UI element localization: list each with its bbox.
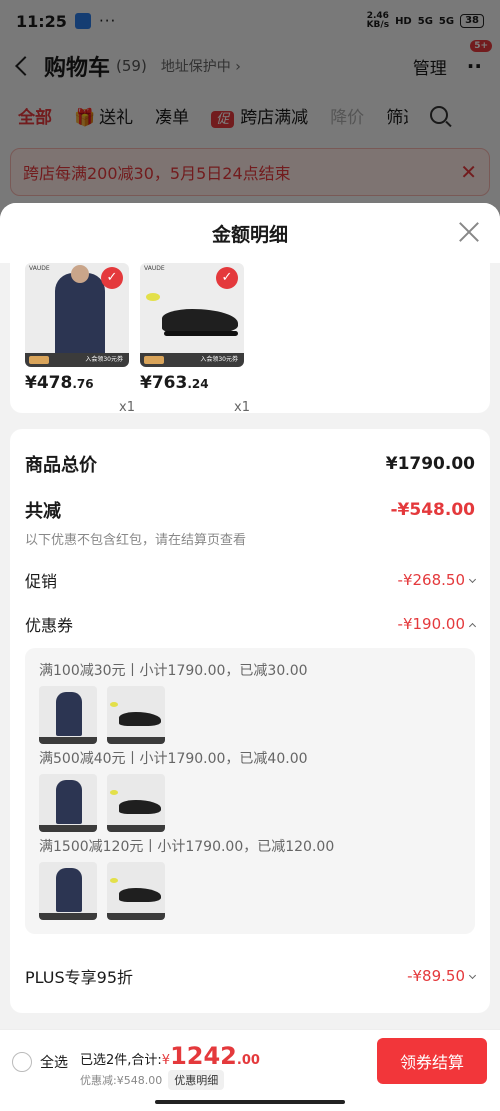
reduction-note: 以下优惠不包含红包，请在结算页查看: [25, 533, 247, 548]
product-thumbnail: [39, 862, 97, 920]
check-icon: ✓: [101, 267, 123, 289]
discount-summary: 优惠减:¥548.00 优惠明细: [80, 1070, 225, 1090]
plus-discount-value: -¥89.50: [407, 967, 465, 985]
product-price: ¥763.24: [140, 373, 209, 393]
product-thumbnail: [107, 686, 165, 744]
chevron-down-icon: [468, 971, 477, 980]
home-indicator: [155, 1100, 345, 1104]
coupon-tiers: 满100减30元丨小计1790.00，已减30.00 满500减40元丨小计17…: [25, 648, 475, 934]
promotion-value: -¥268.50: [397, 571, 465, 589]
chevron-up-icon: [468, 622, 477, 631]
product-item[interactable]: VAUDE ✓ 入会领30元券 ¥763.24 x1: [140, 263, 250, 415]
product-thumbnail: [39, 686, 97, 744]
brand-logo: VAUDE: [29, 265, 50, 272]
product-quantity: x1: [119, 400, 135, 415]
amount-detail-sheet: 金额明细 VAUDE ✓ 入会领30元券 ¥478.76 x1 VAUDE ✓ …: [0, 203, 500, 1111]
checkout-button[interactable]: 领券结算: [377, 1038, 487, 1084]
close-icon[interactable]: [458, 221, 480, 243]
coupon-tier-label: 满500减40元丨小计1790.00，已减40.00: [39, 751, 308, 767]
product-item[interactable]: VAUDE ✓ 入会领30元券 ¥478.76 x1: [25, 263, 135, 415]
chevron-down-icon: [468, 575, 477, 584]
goods-total-value: ¥1790.00: [385, 454, 475, 474]
product-image[interactable]: VAUDE ✓ 入会领30元券: [25, 263, 129, 367]
product-quantity: x1: [234, 400, 250, 415]
product-thumbnail: [107, 862, 165, 920]
check-icon: ✓: [216, 267, 238, 289]
member-coupon-strip: 入会领30元券: [25, 353, 129, 367]
price-breakdown: 商品总价 ¥1790.00 共减 -¥548.00 以下优惠不包含红包，请在结算…: [10, 429, 490, 1013]
select-all-toggle[interactable]: 全选: [12, 1052, 68, 1072]
coupon-tier-label: 满100减30元丨小计1790.00，已减30.00: [39, 663, 308, 679]
total-amount: 1242: [170, 1042, 237, 1070]
coupon-row[interactable]: 优惠券 -¥190.00: [25, 592, 477, 636]
product-image[interactable]: VAUDE ✓ 入会领30元券: [140, 263, 244, 367]
total-reduction-value: -¥548.00: [390, 500, 476, 520]
plus-discount-row[interactable]: PLUS专享95折 -¥89.50: [25, 934, 477, 988]
promotion-row[interactable]: 促销 -¥268.50: [25, 548, 477, 592]
total-reduction-row: 共减 -¥548.00: [25, 500, 476, 522]
sheet-header: 金额明细: [0, 203, 500, 263]
checkout-bar: 全选 已选2件,合计: ¥ 1242 .00 优惠减:¥548.00 优惠明细 …: [0, 1029, 500, 1111]
select-all-radio[interactable]: [12, 1052, 32, 1072]
coupon-value: -¥190.00: [397, 615, 465, 633]
product-thumbnail: [39, 774, 97, 832]
discount-detail-button[interactable]: 优惠明细: [168, 1070, 225, 1090]
member-coupon-strip: 入会领30元券: [140, 353, 244, 367]
product-thumbnail: [107, 774, 165, 832]
sheet-title: 金额明细: [211, 223, 288, 246]
order-total: 已选2件,合计: ¥ 1242 .00: [80, 1042, 260, 1070]
goods-total-row: 商品总价 ¥1790.00: [25, 454, 475, 476]
selected-products: VAUDE ✓ 入会领30元券 ¥478.76 x1 VAUDE ✓ 入会领30…: [10, 263, 490, 415]
product-price: ¥478.76: [25, 373, 94, 393]
select-all-label: 全选: [40, 1055, 68, 1071]
coupon-tier-label: 满1500减120元丨小计1790.00，已减120.00: [39, 839, 335, 855]
brand-logo: VAUDE: [144, 265, 165, 272]
